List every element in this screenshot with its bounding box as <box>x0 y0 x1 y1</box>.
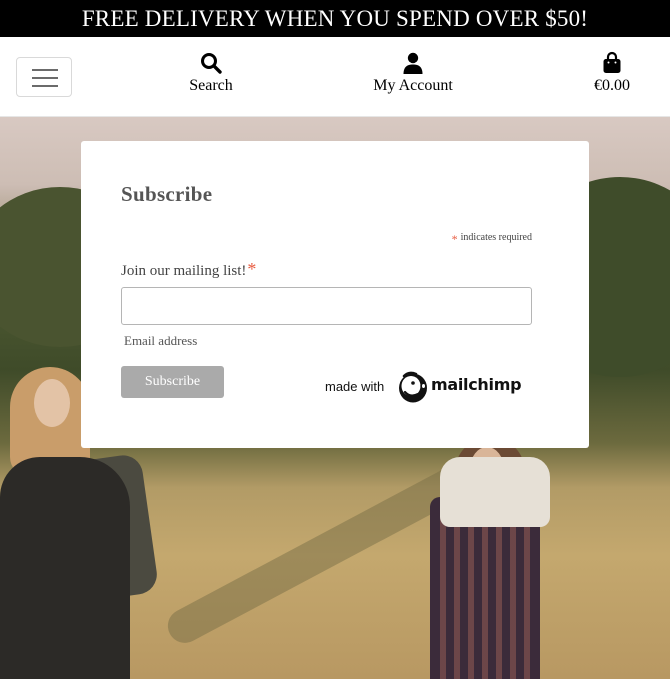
nav-bag-link[interactable]: €0.00 <box>582 51 642 95</box>
hamburger-icon <box>32 69 58 71</box>
email-required-asterisk: * <box>247 259 257 279</box>
email-input[interactable] <box>121 287 532 325</box>
subscribe-form-card: Subscribe * indicates required Join our m… <box>81 141 589 448</box>
mailchimp-badge-link[interactable]: made with mailchimp <box>325 367 525 407</box>
made-with-text: made with <box>325 379 385 394</box>
nav-account-label: My Account <box>373 77 453 94</box>
subscribe-button[interactable]: Subscribe <box>121 366 224 398</box>
nav-account-link[interactable]: My Account <box>363 51 463 95</box>
email-field-label-text: Join our mailing list! <box>121 263 247 279</box>
nav-search-link[interactable]: Search <box>176 51 246 95</box>
user-icon <box>403 52 423 74</box>
navbar: Search My Account €0.00 <box>0 37 670 117</box>
shopping-bag-icon <box>603 51 621 73</box>
email-field-label: Join our mailing list!* <box>121 259 256 280</box>
required-asterisk: * <box>451 232 458 246</box>
promo-banner: FREE DELIVERY WHEN YOU SPEND OVER $50! <box>0 0 670 37</box>
nav-search-label: Search <box>189 77 233 94</box>
mailchimp-logo-icon <box>399 371 427 403</box>
nav-bag-total: €0.00 <box>594 77 630 94</box>
required-note-text: indicates required <box>460 232 532 243</box>
menu-toggle-button[interactable] <box>16 57 72 97</box>
subscribe-title: Subscribe <box>121 182 213 206</box>
promo-text: FREE DELIVERY WHEN YOU SPEND OVER $50! <box>81 6 589 31</box>
email-helper-text: Email address <box>124 333 198 348</box>
required-note: * indicates required <box>452 232 532 247</box>
search-icon <box>201 53 222 74</box>
mailchimp-wordmark: mailchimp <box>431 375 522 394</box>
